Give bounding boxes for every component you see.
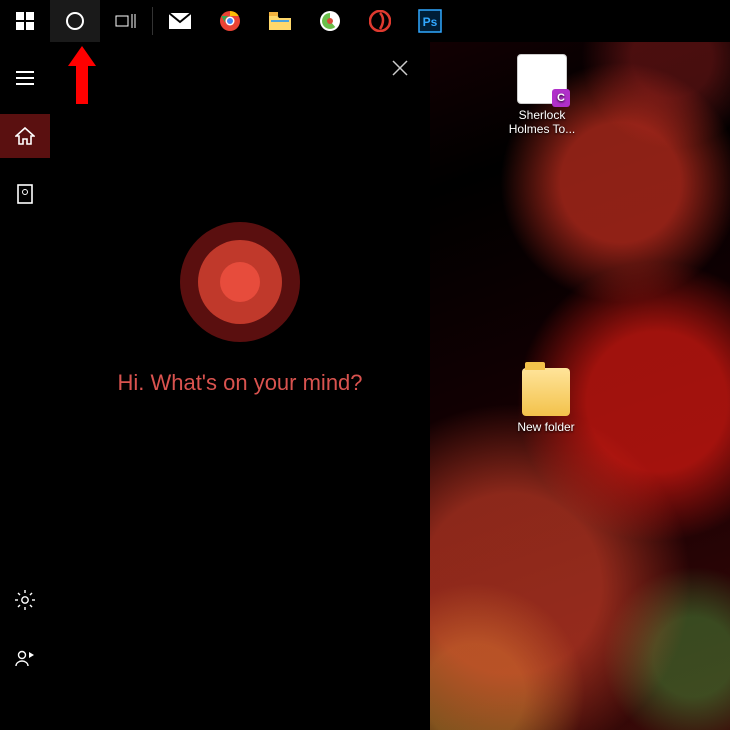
folder-icon [522,368,570,416]
taskbar-app-photoshop[interactable]: Ps [405,0,455,42]
cortana-ring-icon [65,11,85,31]
cortana-taskbar-button[interactable] [50,0,100,42]
taskview-icon [114,12,136,30]
desktop-icon-newfolder[interactable]: New folder [504,368,588,434]
taskbar-app-mail[interactable] [155,0,205,42]
mail-icon [168,12,192,30]
home-icon [15,127,35,145]
windows-icon [16,12,34,30]
cortana-notebook-button[interactable] [0,172,50,216]
cortana-main: Hi. What's on your mind? [50,42,430,730]
desktop-icon-label: Sherlock Holmes To... [500,108,584,136]
close-button[interactable] [392,60,408,81]
cortana-menu-button[interactable] [0,56,50,100]
cortana-feedback-button[interactable] [0,636,50,680]
photoshop-icon: Ps [418,9,442,33]
desktop-icon-sherlock[interactable]: C Sherlock Holmes To... [500,54,584,136]
book-icon: C [517,54,567,104]
taskbar: Ps [0,0,730,42]
hamburger-icon [16,71,34,85]
cortana-home-button[interactable] [0,114,50,158]
notebook-icon [16,184,34,204]
chrome-icon [219,10,241,32]
cortana-sidebar [0,42,50,730]
garena-icon [369,10,391,32]
taskbar-app-garena[interactable] [355,0,405,42]
feedback-icon [15,649,35,667]
folder-icon [268,11,292,31]
desktop-icon-label: New folder [517,420,574,434]
taskbar-app-chrome[interactable] [205,0,255,42]
coccoc-icon [319,10,341,32]
close-icon [392,60,408,76]
cortana-orb [180,222,300,342]
taskview-button[interactable] [100,0,150,42]
cortana-panel: Hi. What's on your mind? [0,42,430,730]
cortana-prompt-text: Hi. What's on your mind? [117,370,362,396]
svg-text:Ps: Ps [423,15,438,29]
taskbar-app-explorer[interactable] [255,0,305,42]
cortana-settings-button[interactable] [0,578,50,622]
taskbar-separator [152,7,153,35]
taskbar-app-coccoc[interactable] [305,0,355,42]
gear-icon [15,590,35,610]
start-button[interactable] [0,0,50,42]
